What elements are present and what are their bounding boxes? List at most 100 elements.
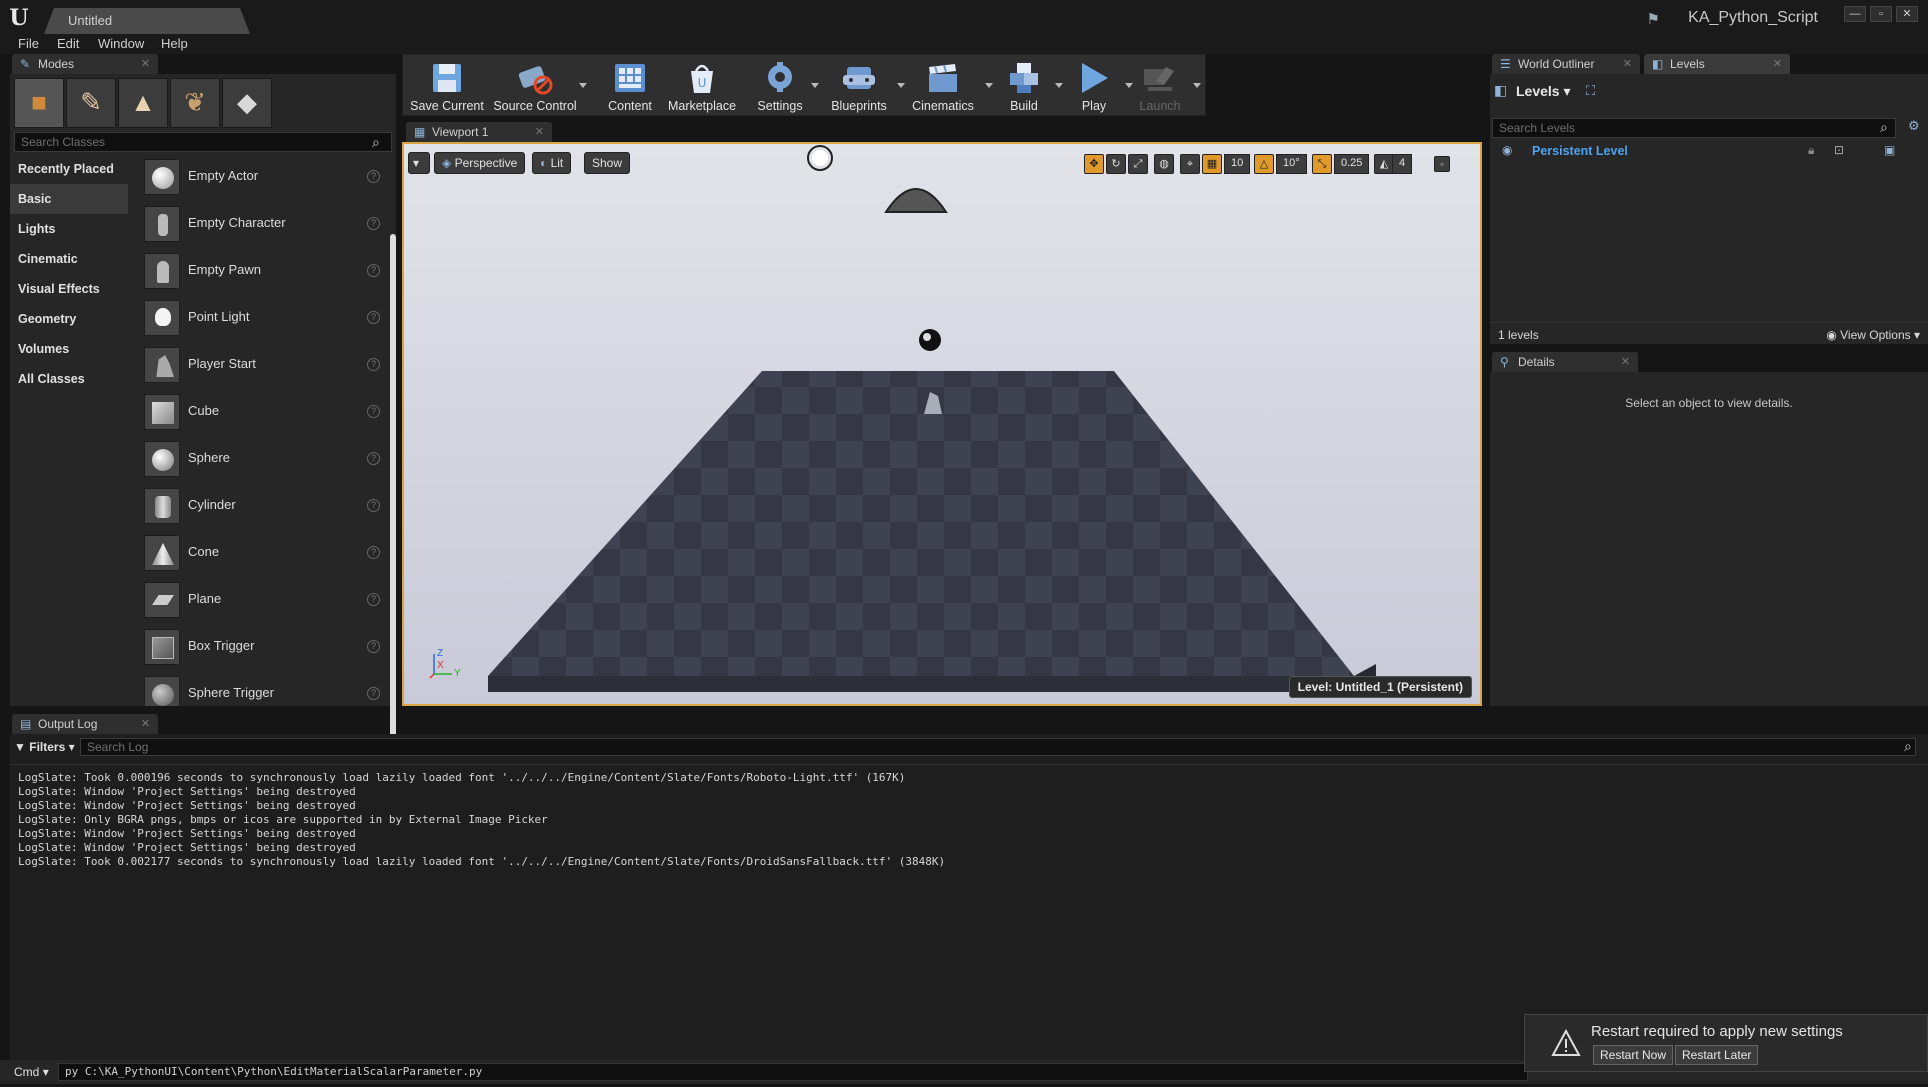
close-icon[interactable]: ✕ <box>535 125 544 138</box>
surface-snap-icon[interactable]: ⌖ <box>1180 154 1200 174</box>
marketplace-button[interactable]: U Marketplace <box>661 57 743 115</box>
actor-item-player-start[interactable]: Player Start ? <box>136 342 384 389</box>
settings-button[interactable]: Settings <box>747 57 819 115</box>
grid-snap-icon[interactable]: ▦ <box>1202 154 1222 174</box>
tab-world-outliner[interactable]: ☰ World Outliner ✕ <box>1492 54 1640 74</box>
tab-viewport-1[interactable]: ▦ Viewport 1 ✕ <box>406 122 552 142</box>
launch-button[interactable]: Launch <box>1129 57 1201 115</box>
cmd-type-dropdown[interactable]: Cmd ▾ <box>14 1065 49 1079</box>
actor-item-sphere-trigger[interactable]: Sphere Trigger ? <box>136 671 384 706</box>
level-row-persistent[interactable]: ◉ Persistent Level 🔒︎ ⊡ ▣ <box>1490 140 1928 162</box>
help-icon[interactable]: ? <box>367 499 380 512</box>
maximize-viewport-icon[interactable]: ▫ <box>1434 156 1450 172</box>
help-icon[interactable]: ? <box>367 405 380 418</box>
help-icon[interactable]: ? <box>367 593 380 606</box>
rotation-snap-value[interactable]: 10° <box>1276 154 1307 174</box>
source-control-button[interactable]: Source Control <box>491 57 587 115</box>
build-button[interactable]: Build <box>993 57 1063 115</box>
tab-levels[interactable]: ◧ Levels ✕ <box>1644 54 1790 74</box>
cinematics-button[interactable]: Cinematics <box>903 57 993 115</box>
filters-dropdown[interactable]: ▼ Filters ▾ <box>14 740 75 754</box>
help-icon[interactable]: ? <box>367 640 380 653</box>
menu-window[interactable]: Window <box>98 36 144 51</box>
help-icon[interactable]: ? <box>367 170 380 183</box>
blueprints-button[interactable]: Blueprints <box>823 57 905 115</box>
content-button[interactable]: Content <box>599 57 661 115</box>
controller-icon[interactable]: ⊡ <box>1834 143 1844 157</box>
close-icon[interactable]: ✕ <box>141 57 150 70</box>
document-tab[interactable]: Untitled <box>44 8 250 34</box>
actor-item-plane[interactable]: Plane ? <box>136 577 384 624</box>
save-current-button[interactable]: Save Current <box>405 57 489 115</box>
mode-foliage[interactable]: ❦ <box>170 78 220 128</box>
minimize-button[interactable]: — <box>1844 6 1866 22</box>
close-icon[interactable]: ✕ <box>141 717 150 730</box>
world-space-icon[interactable]: ◍ <box>1154 154 1174 174</box>
help-icon[interactable]: ? <box>367 687 380 700</box>
camera-speed-icon[interactable]: ◭ <box>1374 154 1394 174</box>
menu-file[interactable]: File <box>18 36 39 51</box>
save-level-icon[interactable]: ▣ <box>1884 143 1895 157</box>
actor-item-box-trigger[interactable]: Box Trigger ? <box>136 624 384 671</box>
mode-geometry[interactable]: ◆ <box>222 78 272 128</box>
help-icon[interactable]: ? <box>367 452 380 465</box>
close-icon[interactable]: ✕ <box>1621 355 1630 368</box>
menu-edit[interactable]: Edit <box>57 36 79 51</box>
grid-snap-value[interactable]: 10 <box>1224 154 1251 174</box>
perspective-button[interactable]: ◈ Perspective <box>434 152 526 174</box>
lock-icon[interactable]: 🔒︎ <box>1808 143 1814 158</box>
rotate-icon[interactable]: ↻ <box>1106 154 1126 174</box>
actor-item-point-light[interactable]: Point Light ? <box>136 295 384 342</box>
lit-button[interactable]: ◐ Lit <box>532 152 572 174</box>
log-text-area[interactable]: LogSlate: Took 0.000196 seconds to synch… <box>10 764 1928 1040</box>
actor-label: Sphere Trigger <box>188 685 274 700</box>
close-icon[interactable]: ✕ <box>1623 57 1632 70</box>
help-icon[interactable]: ? <box>367 264 380 277</box>
scale-snap-value[interactable]: 0.25 <box>1334 154 1370 174</box>
mode-place[interactable]: ■ <box>14 78 64 128</box>
actor-item-empty-character[interactable]: Empty Character ? <box>136 201 384 248</box>
scale-icon[interactable]: ⤢ <box>1128 154 1148 174</box>
actor-item-empty-pawn[interactable]: Empty Pawn ? <box>136 248 384 295</box>
levels-settings-icon[interactable]: ⚙ <box>1908 118 1920 134</box>
levels-menu-button[interactable]: Levels ▾ <box>1516 83 1571 100</box>
maximize-button[interactable]: ▫ <box>1870 6 1892 22</box>
tab-details[interactable]: ⚲ Details ✕ <box>1492 352 1638 372</box>
restart-now-button[interactable]: Restart Now <box>1593 1045 1674 1065</box>
help-icon[interactable]: ? <box>367 217 380 230</box>
scale-snap-icon[interactable]: ⤡ <box>1312 154 1332 174</box>
close-window-button[interactable]: ✕ <box>1896 6 1918 22</box>
tab-output-log[interactable]: ▤ Output Log ✕ <box>12 714 158 734</box>
add-level-icon[interactable]: ⛶ <box>1586 83 1595 99</box>
help-icon[interactable]: ? <box>367 358 380 371</box>
console-command-input[interactable]: py C:\KA_PythonUI\Content\Python\EditMat… <box>58 1063 1528 1081</box>
level-viewport[interactable]: ▾ ◈ Perspective ◐ Lit Show ✥ ↻ ⤢ ◍ ⌖ ▦ 1… <box>402 142 1482 706</box>
actor-item-cube[interactable]: Cube ? <box>136 389 384 436</box>
tab-modes[interactable]: ✎ Modes ✕ <box>12 54 158 74</box>
search-levels-input[interactable]: Search Levels <box>1492 118 1896 138</box>
mode-paint[interactable]: ✎ <box>66 78 116 128</box>
search-log-input[interactable]: Search Log <box>80 738 1916 756</box>
actor-item-sphere[interactable]: Sphere ? <box>136 436 384 483</box>
actor-item-empty-actor[interactable]: Empty Actor ? <box>136 154 384 201</box>
modes-scrollbar[interactable] <box>390 234 396 754</box>
actor-item-cone[interactable]: Cone ? <box>136 530 384 577</box>
show-button[interactable]: Show <box>584 152 631 174</box>
visibility-eye-icon[interactable]: ◉ <box>1502 143 1512 157</box>
viewport-options-dropdown[interactable]: ▾ <box>408 152 430 174</box>
view-options-button[interactable]: ◉ View Options ▾ <box>1826 328 1920 342</box>
help-icon[interactable]: ? <box>367 546 380 559</box>
rotation-snap-icon[interactable]: △ <box>1254 154 1274 174</box>
search-classes-input[interactable]: Search Classes <box>14 132 392 152</box>
play-button[interactable]: Play <box>1067 57 1133 115</box>
help-icon[interactable]: ? <box>367 311 380 324</box>
menu-help[interactable]: Help <box>161 36 188 51</box>
close-icon[interactable]: ✕ <box>1773 57 1782 70</box>
translate-icon[interactable]: ✥ <box>1084 154 1104 174</box>
mode-landscape[interactable]: ▲ <box>118 78 168 128</box>
actor-item-cylinder[interactable]: Cylinder ? <box>136 483 384 530</box>
unreal-logo-icon[interactable]: U <box>6 6 32 30</box>
camera-speed-value[interactable]: 4 <box>1392 154 1413 174</box>
persistent-level-link[interactable]: Persistent Level <box>1532 144 1628 158</box>
restart-later-button[interactable]: Restart Later <box>1675 1045 1759 1065</box>
